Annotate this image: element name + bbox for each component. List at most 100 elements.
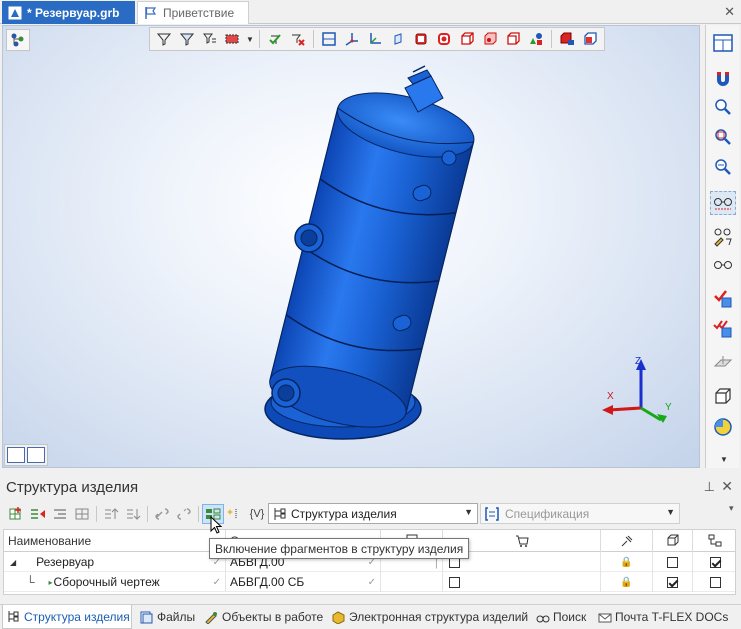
variables-icon[interactable]: {V} — [246, 504, 268, 524]
axis-y-label: Y — [665, 402, 672, 413]
axis-x-label: X — [607, 391, 614, 402]
cell-lock: 🔒 — [601, 572, 653, 592]
cube-wire-icon[interactable] — [710, 385, 736, 409]
lock-icon: 🔒 — [620, 576, 633, 588]
lock-icon: 🔒 — [620, 556, 633, 568]
pin-icon — [621, 535, 632, 547]
sphere-yellow-icon[interactable] — [710, 415, 736, 439]
cell-name: └ ▸ Сборочный чертеж ✓ — [4, 572, 226, 592]
glasses-edit-icon[interactable] — [710, 225, 736, 249]
pin-icon[interactable]: ⊥ — [704, 479, 715, 495]
cube-icon — [667, 534, 678, 546]
work-icon — [205, 611, 218, 625]
cart-icon — [515, 535, 529, 547]
structure-combo[interactable]: Структура изделия ▼ — [268, 503, 478, 524]
add-grid-icon[interactable] — [5, 504, 27, 524]
tab-mail[interactable]: Почта T-FLEX DOCs — [594, 605, 732, 629]
move-down-icon[interactable] — [122, 504, 144, 524]
checkbox[interactable] — [667, 576, 678, 588]
panel-title: Структура изделия — [6, 478, 139, 496]
link-icon[interactable] — [151, 504, 173, 524]
tab-files[interactable]: Файлы — [136, 605, 199, 629]
magnet-icon[interactable] — [710, 67, 736, 91]
structure-icon — [7, 610, 20, 623]
tab-label: * Резервуар.grb — [27, 5, 120, 20]
binoculars-icon — [536, 611, 550, 624]
nozzle-upper-right — [441, 150, 457, 166]
cell-c6[interactable] — [653, 552, 693, 572]
check-mark-icon: ✓ — [367, 576, 376, 588]
cell-designation: АБВГД.00 СБ ✓ — [226, 572, 381, 592]
flag-icon — [144, 6, 158, 20]
mail-icon — [598, 611, 612, 624]
column-name[interactable]: Наименование — [4, 530, 226, 552]
specification-combo-value: Спецификация — [505, 506, 590, 521]
cell-name: ◢ Резервуар ✓ — [4, 552, 226, 572]
split-vertical-icon[interactable] — [7, 447, 25, 463]
structure-panel-header: Структура изделия ⊥ ✕ — [0, 475, 741, 499]
viewport-layout-buttons — [4, 444, 48, 466]
sparkle-list-icon[interactable] — [224, 504, 246, 524]
plane-icon[interactable] — [710, 351, 736, 375]
nozzle-left-upper — [294, 223, 324, 253]
zoom-window-icon[interactable] — [710, 125, 736, 149]
axis-z-label: Z — [635, 356, 641, 367]
cube-stack-icon — [332, 610, 345, 625]
chevron-down-icon: ▼ — [464, 507, 473, 517]
cell-c6[interactable] — [653, 572, 693, 592]
tank-3d-model[interactable]: Z X Y — [3, 26, 700, 468]
unlink-icon[interactable] — [173, 504, 195, 524]
tooltip: Включение фрагментов в структуру изделия — [209, 538, 470, 559]
structure-tree-icon — [708, 534, 722, 547]
tab-electronic-structure[interactable]: Электронная структура изделий — [328, 605, 532, 629]
window-layout-icon[interactable] — [710, 31, 736, 55]
cell-c7[interactable] — [693, 572, 735, 592]
drawing-icon: ▸ — [48, 577, 53, 587]
zoom-out-icon[interactable] — [710, 155, 736, 179]
scroll-down-icon[interactable]: ▼ — [720, 455, 728, 464]
table-icon[interactable] — [71, 504, 93, 524]
cell-lock: 🔒 — [601, 552, 653, 572]
separator — [96, 506, 97, 522]
cell-document — [381, 572, 443, 592]
specification-combo[interactable]: Спецификация ▼ — [480, 503, 680, 524]
tab-reservoir[interactable]: * Резервуар.grb — [2, 1, 135, 24]
structure-icon — [274, 507, 286, 520]
files-icon — [140, 611, 153, 624]
double-check-cube-icon[interactable] — [710, 317, 736, 341]
nozzle-left-lower — [271, 378, 301, 408]
cell-c7[interactable] — [693, 552, 735, 572]
checkbox[interactable] — [709, 576, 721, 588]
checkbox[interactable] — [667, 556, 678, 568]
move-up-icon[interactable] — [100, 504, 122, 524]
insert-row-icon[interactable] — [27, 504, 49, 524]
glasses-dashed-icon[interactable] — [710, 191, 736, 215]
cell-cart[interactable] — [443, 572, 601, 592]
3d-viewport[interactable]: ▼ Z X Y — [2, 25, 700, 468]
tab-welcome[interactable]: Приветствие — [137, 1, 249, 24]
check-cube-icon[interactable] — [710, 287, 736, 311]
table-row[interactable]: └ ▸ Сборочный чертеж ✓ АБВГД.00 СБ ✓ 🔒 — [4, 572, 735, 592]
tab-objects-in-work[interactable]: Объекты в работе — [201, 605, 327, 629]
axis-triad: Z X Y — [602, 356, 672, 423]
zoom-in-icon[interactable] — [710, 95, 736, 119]
glasses-icon[interactable] — [710, 253, 736, 277]
split-horizontal-icon[interactable] — [27, 447, 45, 463]
checkbox[interactable] — [449, 576, 460, 588]
checkbox[interactable] — [709, 556, 721, 568]
check-mark-icon: ✓ — [212, 576, 221, 588]
close-panel-icon[interactable]: ✕ — [721, 478, 733, 495]
indent-icon[interactable] — [49, 504, 71, 524]
document-tab-bar: * Резервуар.grb Приветствие ✕ — [0, 0, 741, 24]
column-structure[interactable] — [693, 530, 735, 552]
column-pin[interactable] — [601, 530, 653, 552]
tab-search[interactable]: Поиск — [532, 605, 590, 629]
toolbar-overflow-icon[interactable]: ▾ — [729, 503, 734, 514]
tab-product-structure[interactable]: Структура изделия — [2, 605, 132, 629]
mouse-cursor-icon — [210, 516, 223, 534]
column-cube[interactable] — [653, 530, 693, 552]
expand-icon[interactable]: ◢ — [10, 558, 16, 567]
close-document-icon[interactable]: ✕ — [724, 4, 735, 20]
separator — [198, 506, 199, 522]
right-toolbar: ▼ — [705, 25, 739, 468]
